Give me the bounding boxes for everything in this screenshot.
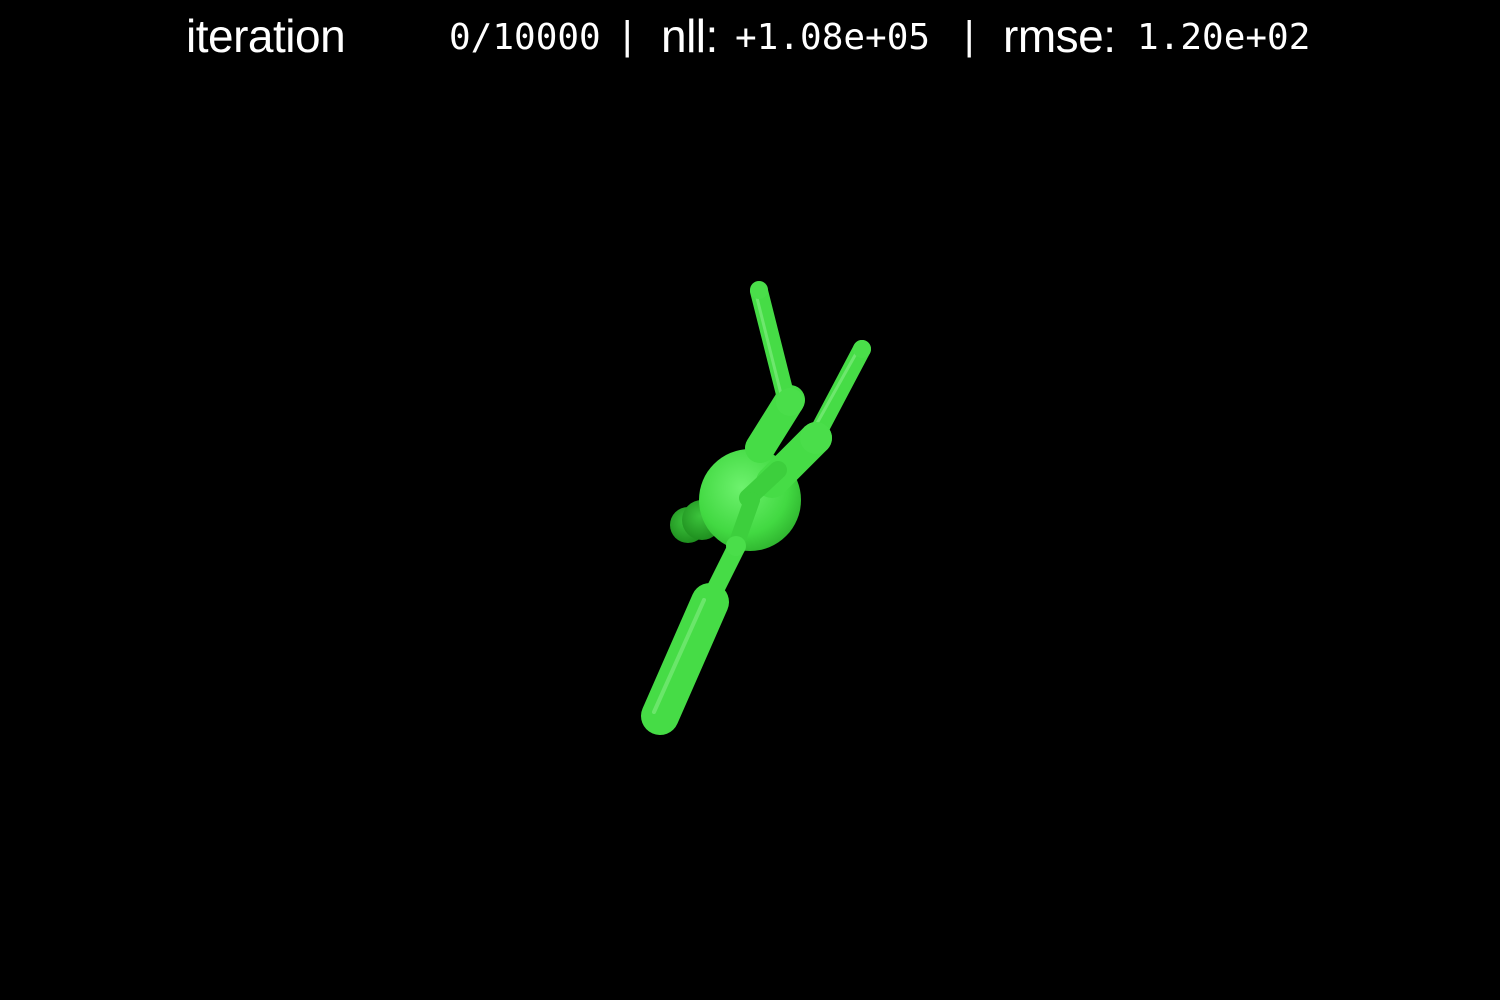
joint bbox=[776, 388, 804, 416]
joint bbox=[853, 340, 871, 358]
limb-segment bbox=[641, 583, 729, 735]
joint bbox=[750, 281, 768, 299]
joint bbox=[726, 536, 746, 556]
joint bbox=[800, 422, 832, 454]
render-window: iteration 0/10000 | nll: +1.08e+05 | rms… bbox=[0, 0, 1500, 1000]
3d-viewport[interactable] bbox=[0, 0, 1500, 1000]
skeleton-model bbox=[641, 281, 871, 735]
limb-highlight bbox=[809, 348, 860, 436]
limb-segment bbox=[750, 282, 796, 411]
